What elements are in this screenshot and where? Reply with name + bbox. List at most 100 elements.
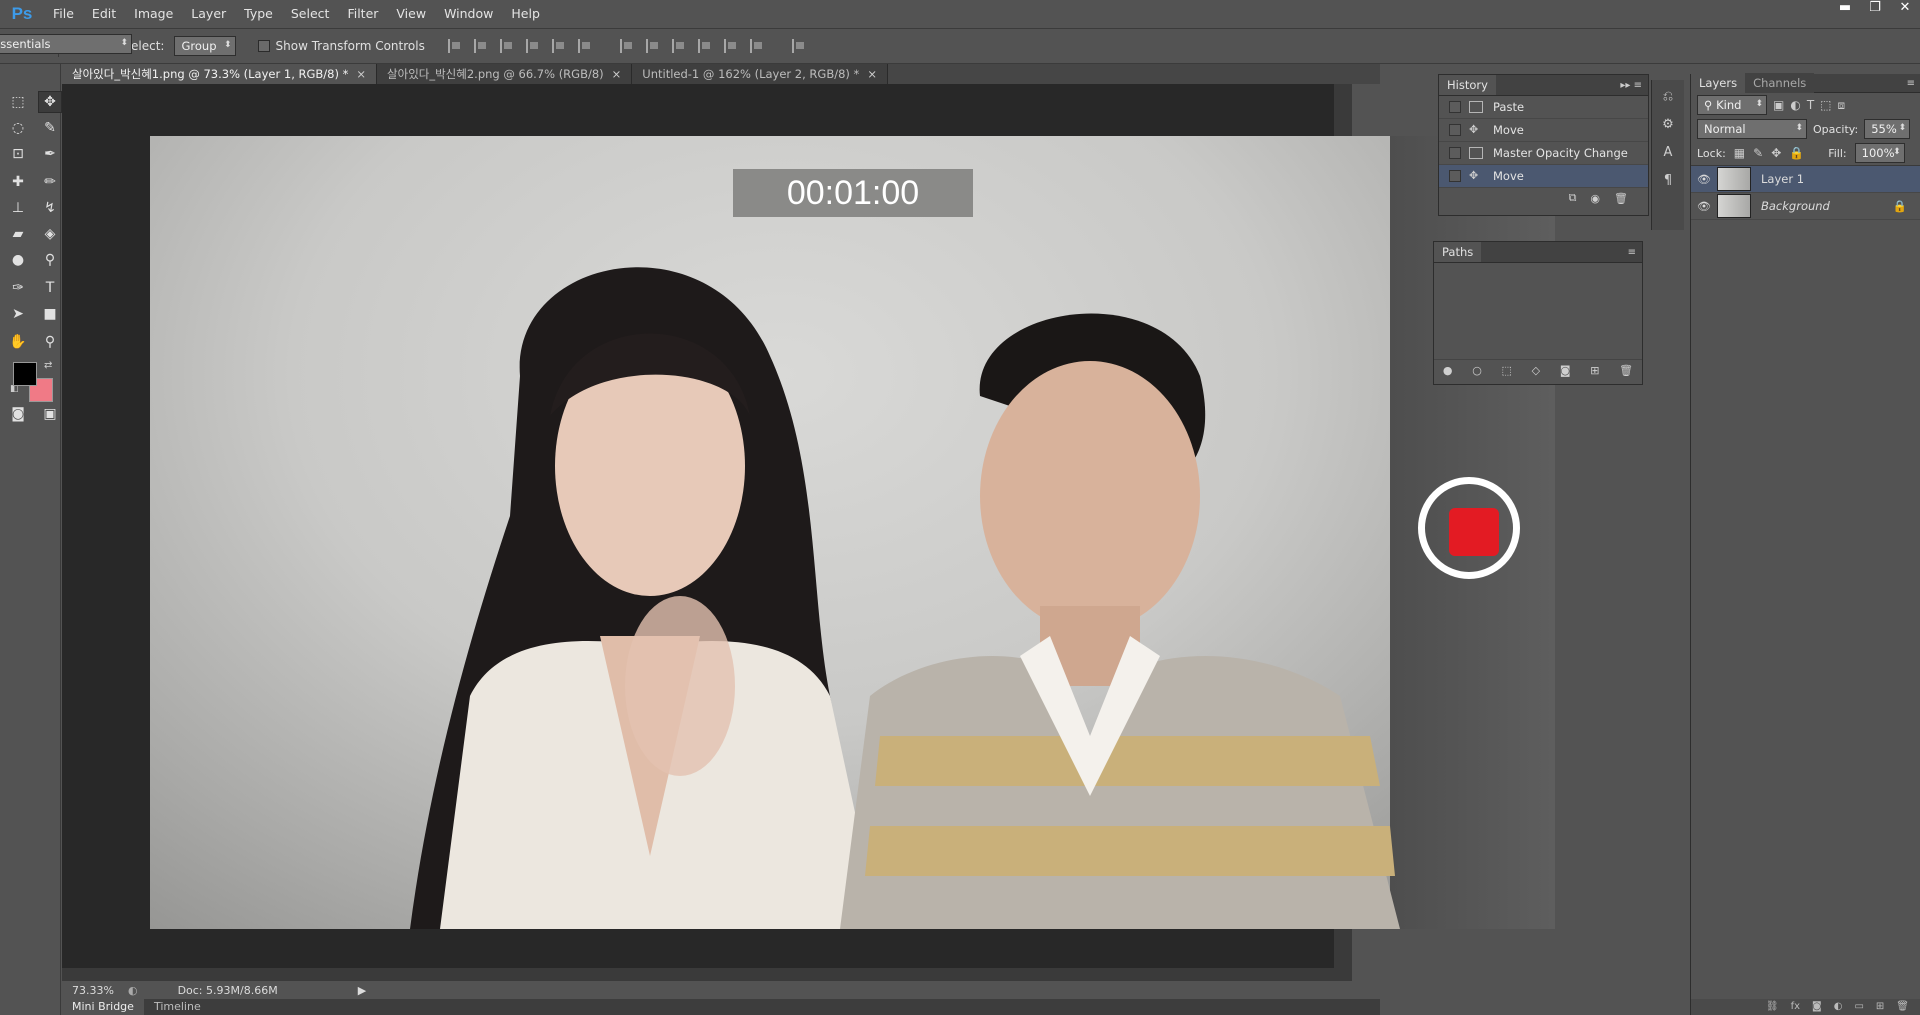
menu-layer[interactable]: Layer [182, 0, 235, 28]
tab-history[interactable]: History [1439, 75, 1496, 95]
make-work-path-icon[interactable]: ◇ [1532, 364, 1540, 377]
close-icon[interactable]: × [867, 67, 877, 81]
tab-channels[interactable]: Channels [1745, 73, 1815, 93]
character-panel-icon[interactable]: A [1657, 142, 1679, 164]
auto-select-dropdown[interactable]: Group [174, 36, 236, 56]
snapshot-camera-icon[interactable]: ◉ [1590, 192, 1600, 205]
close-icon[interactable]: × [356, 67, 366, 81]
auto-align-layers-icon[interactable] [791, 39, 808, 53]
zoom-tool-icon[interactable]: ⚲ [39, 332, 61, 352]
history-snapshot-checkbox[interactable] [1449, 147, 1461, 159]
lock-position-icon[interactable]: ✥ [1771, 146, 1781, 160]
distribute-top-icon[interactable] [619, 39, 636, 53]
fill-input[interactable]: 100% [1854, 143, 1905, 163]
trash-icon[interactable]: 🗑 [1619, 364, 1633, 377]
status-menu-arrow-icon[interactable]: ▶ [358, 984, 366, 997]
paths-list[interactable] [1434, 263, 1642, 359]
menu-filter[interactable]: Filter [338, 0, 387, 28]
lock-all-icon[interactable]: 🔒 [1789, 146, 1804, 160]
layer-row[interactable]: 👁 Layer 1 [1691, 166, 1920, 193]
tab-document-1[interactable]: 살아있다_박신혜1.png @ 73.3% (Layer 1, RGB/8) *… [62, 64, 378, 84]
workspace-dropdown[interactable]: Essentials [0, 34, 132, 54]
zoom-level[interactable]: 73.33% [72, 984, 114, 997]
align-vcenter-icon[interactable] [473, 39, 490, 53]
layer-row[interactable]: 👁 Background 🔒 [1691, 193, 1920, 220]
trash-icon[interactable]: 🗑 [1896, 999, 1909, 1015]
layer-filter-kind-dropdown[interactable]: ⚲ Kind [1697, 95, 1767, 115]
history-item[interactable]: ✥ Move [1439, 119, 1648, 142]
stroke-path-icon[interactable]: ○ [1472, 364, 1482, 377]
dodge-tool-icon[interactable]: ⚲ [39, 250, 61, 270]
add-mask-icon[interactable]: ◙ [1812, 999, 1822, 1015]
menu-select[interactable]: Select [282, 0, 339, 28]
fill-path-icon[interactable]: ● [1443, 364, 1453, 377]
healing-brush-tool-icon[interactable]: ✚ [7, 172, 29, 192]
tab-mini-bridge[interactable]: Mini Bridge [62, 999, 144, 1015]
tab-layers[interactable]: Layers [1691, 73, 1746, 93]
tab-document-2[interactable]: 살아있다_박신혜2.png @ 66.7% (RGB/8) × [377, 64, 633, 84]
screen-mode-icon[interactable]: ▣ [39, 404, 61, 424]
close-window-button[interactable]: ✕ [1896, 0, 1914, 18]
paragraph-panel-icon[interactable]: ¶ [1657, 170, 1679, 192]
align-hcenter-icon[interactable] [551, 39, 568, 53]
menu-file[interactable]: File [44, 0, 83, 28]
filter-smart-object-icon[interactable]: ⧈ [1838, 98, 1846, 113]
hand-tool-icon[interactable]: ✋ [7, 332, 29, 352]
panel-menu-icon[interactable]: ≡ [1628, 247, 1636, 258]
tab-paths[interactable]: Paths [1434, 242, 1482, 262]
menu-view[interactable]: View [387, 0, 435, 28]
history-item[interactable]: ✥ Move [1439, 165, 1648, 188]
add-mask-icon[interactable]: ◙ [1560, 364, 1571, 377]
eyedropper-tool-icon[interactable]: ✒ [39, 144, 61, 164]
visibility-eye-icon[interactable]: 👁 [1691, 200, 1717, 213]
layer-style-fx-icon[interactable]: fx [1791, 999, 1800, 1015]
link-layers-icon[interactable]: ⛓ [1766, 999, 1779, 1015]
trash-icon[interactable]: 🗑 [1614, 192, 1628, 205]
swap-colors-icon[interactable]: ⇄ [44, 360, 52, 371]
minimize-button[interactable]: ▬ [1836, 0, 1854, 18]
menu-type[interactable]: Type [235, 0, 282, 28]
marquee-tool-icon[interactable]: ⬚ [7, 92, 29, 112]
distribute-right-icon[interactable] [749, 39, 766, 53]
new-group-icon[interactable]: ▭ [1854, 999, 1863, 1015]
lasso-tool-icon[interactable]: ◌ [7, 118, 29, 138]
new-path-icon[interactable]: ⊞ [1590, 364, 1599, 377]
horizontal-scrollbar[interactable] [62, 968, 1334, 981]
tab-timeline[interactable]: Timeline [144, 999, 211, 1015]
record-stop-icon[interactable] [1449, 508, 1499, 556]
panel-menu-icon[interactable]: ▸▸ ≡ [1620, 80, 1642, 91]
transform-controls-checkbox[interactable] [257, 40, 270, 52]
move-tool-icon[interactable]: ✥ [38, 91, 62, 113]
menu-edit[interactable]: Edit [83, 0, 125, 28]
paint-bucket-tool-icon[interactable]: ◈ [39, 224, 61, 244]
visibility-eye-icon[interactable]: 👁 [1691, 173, 1717, 186]
history-snapshot-checkbox[interactable] [1449, 124, 1461, 136]
panel-menu-icon[interactable]: ≡ [1907, 78, 1915, 89]
document-image[interactable] [150, 136, 1555, 929]
pen-tool-icon[interactable]: ✑ [7, 278, 29, 298]
blend-mode-dropdown[interactable]: Normal [1697, 119, 1807, 139]
align-right-icon[interactable] [577, 39, 594, 53]
history-snapshot-checkbox[interactable] [1449, 170, 1461, 182]
opacity-input[interactable]: 55% [1864, 119, 1911, 139]
quick-selection-tool-icon[interactable]: ✎ [39, 118, 61, 138]
align-top-icon[interactable] [447, 39, 464, 53]
brush-tool-icon[interactable]: ✏ [39, 172, 61, 192]
foreground-color-swatch[interactable] [13, 362, 37, 386]
filter-type-icon[interactable]: T [1807, 98, 1814, 112]
clone-stamp-tool-icon[interactable]: ⊥ [7, 198, 29, 218]
history-item[interactable]: Paste [1439, 96, 1648, 119]
menu-help[interactable]: Help [502, 0, 549, 28]
restore-button[interactable]: ❐ [1866, 0, 1884, 18]
crop-tool-icon[interactable]: ⊡ [7, 144, 29, 164]
filter-shape-icon[interactable]: ⬚ [1820, 98, 1831, 112]
distribute-bottom-icon[interactable] [671, 39, 688, 53]
distribute-hcenter-icon[interactable] [723, 39, 740, 53]
type-tool-icon[interactable]: T [39, 278, 61, 298]
close-icon[interactable]: × [612, 67, 622, 81]
properties-panel-icon[interactable]: ⚙ [1657, 114, 1679, 136]
new-document-from-state-icon[interactable]: ⧉ [1569, 191, 1577, 205]
history-item[interactable]: Master Opacity Change [1439, 142, 1648, 165]
lock-transparent-icon[interactable]: ▦ [1734, 146, 1745, 160]
tab-document-3[interactable]: Untitled-1 @ 162% (Layer 2, RGB/8) * × [632, 64, 888, 84]
